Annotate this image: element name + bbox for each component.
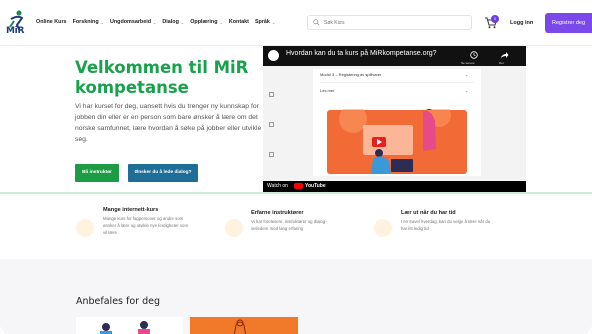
- lead-dialog-button[interactable]: Ønsker du å lede dialog?: [128, 164, 198, 182]
- main-nav: Online Kurs Forskning ⌄ Ungdomsarbeid ⌄ Di…: [36, 19, 281, 25]
- youtube-wordmark[interactable]: YouTube: [305, 183, 326, 189]
- features-section: Mange internett-kurs Mange kurs for fagp…: [0, 194, 592, 259]
- chevron-down-icon: ⌄: [271, 19, 276, 25]
- chevron-down-icon: ⌄: [153, 19, 157, 25]
- clock-icon: [374, 219, 392, 237]
- nav-opplaering[interactable]: Opplæring ⌄: [190, 19, 223, 25]
- online-courses-icon: [76, 219, 94, 237]
- logo-text[interactable]: MiR: [6, 26, 24, 36]
- course-card-illustration: [100, 321, 150, 334]
- become-instructor-button[interactable]: Bli instruktør: [75, 164, 119, 182]
- chevron-down-icon: ⌄: [219, 19, 223, 25]
- chevron-down-icon: ⌄: [465, 88, 469, 93]
- feature-title: Lær ut når du har tid: [401, 210, 456, 216]
- feature-text: I en travel hverdag, kan du velge å lære…: [401, 219, 491, 231]
- module-label: Modul 3 – Registering av spillvarer: [320, 72, 382, 77]
- nav-ungdomsarbeid[interactable]: Ungdomsarbeid ⌄: [110, 19, 156, 25]
- feature-text: Vi har forelesere, instruktører og dialo…: [251, 219, 327, 231]
- youtube-logo-icon[interactable]: [294, 183, 303, 189]
- nav-kontakt[interactable]: Kontakt: [229, 19, 249, 25]
- frame-marker: [269, 122, 274, 127]
- frame-marker: [269, 152, 274, 157]
- nav-forskning[interactable]: Forskning ⌄: [73, 19, 104, 25]
- watch-on-label[interactable]: Watch on: [267, 183, 288, 189]
- chevron-down-icon: ⌄: [465, 72, 469, 77]
- feature-title: Erfarne instruktører: [251, 210, 304, 216]
- recommended-section: Anbefales for deg: [0, 259, 592, 334]
- search-icon: [313, 19, 320, 26]
- video-top-bar: Hvordan kan du ta kurs på MiRkompetanse.…: [263, 46, 526, 66]
- watch-later-label: Se senere: [461, 61, 475, 65]
- search-box[interactable]: [307, 15, 472, 30]
- recommended-title: Anbefales for deg: [76, 296, 161, 307]
- course-card[interactable]: [76, 317, 183, 334]
- course-card-illustration: [233, 319, 247, 334]
- feature-text: Mange kurs for fagpersoner og andre som …: [103, 216, 189, 235]
- video-frame: Modul 3 – Registering av spillvarer ⌄ Le…: [263, 66, 526, 181]
- hero-text: Vi har kurset for deg, uansett hvis du t…: [75, 103, 262, 143]
- channel-avatar[interactable]: [268, 50, 279, 61]
- search-input[interactable]: [324, 18, 464, 28]
- read-more-label: Les mer: [320, 88, 335, 93]
- course-illustration: [327, 109, 467, 174]
- chevron-down-icon: ⌄: [180, 19, 185, 25]
- divider: [320, 82, 474, 83]
- nav-sprak[interactable]: Språk ⌄: [255, 19, 275, 25]
- login-link[interactable]: Logg inn: [510, 20, 533, 26]
- youtube-video-player[interactable]: Hvordan kan du ta kurs på MiRkompetanse.…: [263, 46, 526, 193]
- frame-marker: [269, 92, 274, 97]
- nav-online-kurs[interactable]: Online Kurs: [36, 19, 67, 25]
- video-slide: Modul 3 – Registering av spillvarer ⌄ Le…: [313, 69, 481, 176]
- clock-icon[interactable]: [470, 51, 478, 59]
- share-icon[interactable]: [500, 51, 509, 59]
- cart-count-badge: 0: [491, 15, 499, 23]
- site-header: MiR Online Kurs Forskning ⌄ Ungdomsarbeid…: [0, 0, 592, 46]
- register-button[interactable]: Registrer deg: [545, 13, 592, 33]
- page: MiR Online Kurs Forskning ⌄ Ungdomsarbeid…: [0, 0, 592, 334]
- instructor-icon: [225, 219, 243, 237]
- video-title[interactable]: Hvordan kan du ta kurs på MiRkompetanse.…: [286, 50, 437, 57]
- nav-dialog[interactable]: Dialog ⌄: [162, 19, 184, 25]
- feature-title: Mange internett-kurs: [103, 207, 159, 213]
- share-label: Del: [499, 61, 504, 65]
- chevron-down-icon: ⌄: [100, 19, 104, 25]
- course-card[interactable]: [190, 317, 298, 334]
- hero-title: Velkommen til MiR kompetanse: [75, 58, 249, 97]
